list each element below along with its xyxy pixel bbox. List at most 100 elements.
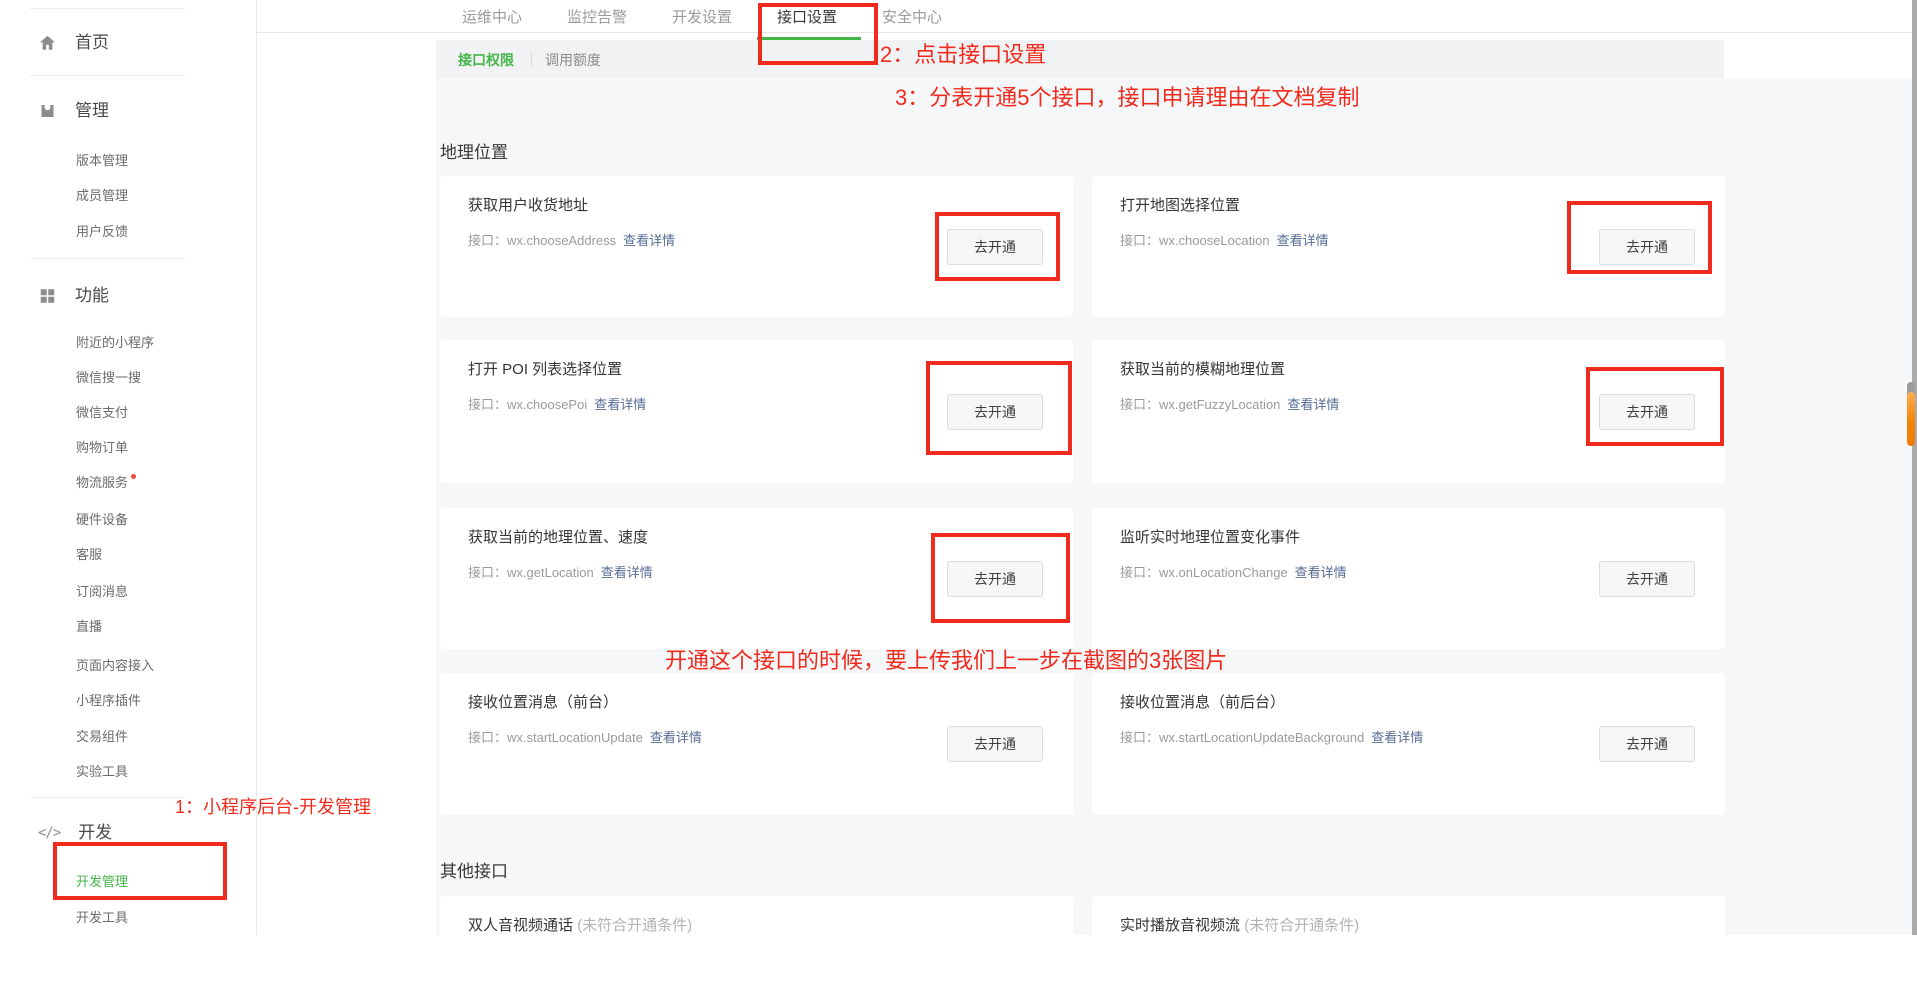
detail-link[interactable]: 查看详情 <box>601 565 653 580</box>
section-title-other-apis: 其他接口 <box>440 861 508 883</box>
sidebar-item-dev[interactable]: </> 开发 <box>38 814 112 850</box>
annotation-upload-note: 开通这个接口的时候，要上传我们上一步在截图的3张图片 <box>665 648 1227 674</box>
sidebar-item-manage[interactable]: 管理 <box>38 92 109 128</box>
sidebar-item-user-feedback[interactable]: 用户反馈 <box>76 222 128 242</box>
home-icon <box>38 32 57 51</box>
open-api-button[interactable]: 去开通 <box>1599 726 1695 762</box>
sidebar-item-miniprogram-plugin[interactable]: 小程序插件 <box>76 691 141 711</box>
sidebar-divider <box>30 8 185 9</box>
sidebar: 首页 管理 版本管理 成员管理 用户反馈 功能 附近的小程序 微信搜一搜 微信支… <box>0 0 257 935</box>
api-card-title: 实时播放音视频流 (未符合开通条件) <box>1120 917 1359 935</box>
api-card-title: 获取当前的模糊地理位置 <box>1120 361 1285 379</box>
tab-monitor-alert[interactable]: 监控告警 <box>567 8 627 28</box>
api-name: wx.startLocationUpdateBackground <box>1159 730 1364 745</box>
sidebar-item-label: 功能 <box>75 286 109 305</box>
api-card-title: 打开地图选择位置 <box>1120 197 1240 215</box>
api-line: 接口：wx.startLocationUpdateBackground查看详情 <box>1120 729 1423 746</box>
api-card-note: (未符合开通条件) <box>1244 917 1359 934</box>
subtab-call-quota[interactable]: 调用额度 <box>545 51 601 69</box>
tab-ops-center[interactable]: 运维中心 <box>462 8 522 28</box>
scrollbar-thumb[interactable] <box>1907 392 1915 446</box>
sidebar-item-hardware-device[interactable]: 硬件设备 <box>76 510 128 530</box>
annotation-step3: 3：分表开通5个接口，接口申请理由在文档复制 <box>895 85 1359 111</box>
section-title-geolocation: 地理位置 <box>440 142 508 164</box>
api-card-title: 双人音视频通话 (未符合开通条件) <box>468 917 692 935</box>
sidebar-item-live[interactable]: 直播 <box>76 617 102 637</box>
api-name: wx.getLocation <box>507 565 594 580</box>
sidebar-item-subscribe-message[interactable]: 订阅消息 <box>76 582 128 602</box>
detail-link[interactable]: 查看详情 <box>1371 730 1423 745</box>
open-api-button[interactable]: 去开通 <box>1599 229 1695 265</box>
api-label: 接口： <box>468 233 507 248</box>
sidebar-item-wechat-pay[interactable]: 微信支付 <box>76 403 128 423</box>
open-api-button[interactable]: 去开通 <box>947 229 1043 265</box>
tab-api-settings[interactable]: 接口设置 <box>777 8 837 28</box>
detail-link[interactable]: 查看详情 <box>1295 565 1347 580</box>
api-card-choose-address: 获取用户收货地址 接口：wx.chooseAddress查看详情 去开通 <box>440 176 1073 317</box>
sidebar-item-nearby-miniprogram[interactable]: 附近的小程序 <box>76 333 154 353</box>
code-icon: </> <box>38 825 60 841</box>
sidebar-item-version-management[interactable]: 版本管理 <box>76 151 128 171</box>
api-card-title: 获取当前的地理位置、速度 <box>468 529 648 547</box>
api-name: wx.chooseAddress <box>507 233 616 248</box>
subtab-separator <box>531 52 532 67</box>
api-line: 接口：wx.chooseLocation 查看详情 <box>1120 232 1329 249</box>
api-line: 接口：wx.chooseAddress 查看详情 <box>468 232 675 249</box>
detail-link[interactable]: 查看详情 <box>594 397 646 412</box>
open-api-button[interactable]: 去开通 <box>1599 561 1695 597</box>
detail-link[interactable]: 查看详情 <box>1277 233 1329 248</box>
tabbar-border <box>257 32 1913 33</box>
api-card-start-location-update: 接收位置消息（前台） 接口：wx.startLocationUpdate 查看详情… <box>440 673 1073 815</box>
sidebar-item-feature[interactable]: 功能 <box>38 277 109 313</box>
subtab-api-permission[interactable]: 接口权限 <box>458 51 514 69</box>
api-line: 接口：wx.startLocationUpdate 查看详情 <box>468 729 702 746</box>
tab-security-center[interactable]: 安全中心 <box>882 8 942 28</box>
sidebar-item-customer-service[interactable]: 客服 <box>76 545 102 565</box>
api-label: 接口： <box>468 397 507 412</box>
sidebar-item-wechat-search[interactable]: 微信搜一搜 <box>76 368 141 388</box>
api-name: wx.getFuzzyLocation <box>1159 397 1280 412</box>
sidebar-item-home[interactable]: 首页 <box>38 24 109 60</box>
open-api-button[interactable]: 去开通 <box>947 394 1043 430</box>
sidebar-item-page-content[interactable]: 页面内容接入 <box>76 656 154 676</box>
api-card-title: 接收位置消息（前后台） <box>1120 694 1285 712</box>
sidebar-item-shopping-orders[interactable]: 购物订单 <box>76 438 128 458</box>
api-card-choose-location: 打开地图选择位置 接口：wx.chooseLocation 查看详情 去开通 <box>1092 176 1725 317</box>
sidebar-divider <box>30 75 185 76</box>
sidebar-item-trade-component[interactable]: 交易组件 <box>76 727 128 747</box>
api-card-voip-call: 双人音视频通话 (未符合开通条件) <box>440 896 1073 996</box>
sidebar-item-dev-tools[interactable]: 开发工具 <box>76 908 128 928</box>
api-card-get-fuzzy-location: 获取当前的模糊地理位置 接口：wx.getFuzzyLocation 查看详情 去… <box>1092 340 1725 483</box>
api-card-choose-poi: 打开 POI 列表选择位置 接口：wx.choosePoi查看详情 去开通 <box>440 340 1073 483</box>
api-name: wx.onLocationChange <box>1159 565 1288 580</box>
open-api-button[interactable]: 去开通 <box>1599 394 1695 430</box>
api-label: 接口： <box>468 565 507 580</box>
api-label: 接口： <box>468 730 507 745</box>
api-label: 接口： <box>1120 565 1159 580</box>
sidebar-item-dev-management[interactable]: 开发管理 <box>76 872 128 892</box>
sidebar-divider <box>30 258 185 259</box>
api-label: 接口： <box>1120 397 1159 412</box>
api-line: 接口：wx.onLocationChange 查看详情 <box>1120 564 1347 581</box>
api-name: wx.chooseLocation <box>1159 233 1270 248</box>
sidebar-item-label: 开发 <box>78 823 112 842</box>
sidebar-divider <box>30 797 185 798</box>
sidebar-item-member-management[interactable]: 成员管理 <box>76 186 128 206</box>
api-line: 接口：wx.getLocation 查看详情 <box>468 564 653 581</box>
tab-dev-settings[interactable]: 开发设置 <box>672 8 732 28</box>
api-card-title: 接收位置消息（前台） <box>468 694 618 712</box>
detail-link[interactable]: 查看详情 <box>1287 397 1339 412</box>
sidebar-item-logistics-service[interactable]: 物流服务 <box>76 473 136 493</box>
sidebar-item-experiment-tools[interactable]: 实验工具 <box>76 762 128 782</box>
detail-link[interactable]: 查看详情 <box>623 233 675 248</box>
api-label: 接口： <box>1120 233 1159 248</box>
new-badge-dot <box>131 474 136 479</box>
open-api-button[interactable]: 去开通 <box>947 726 1043 762</box>
api-name: wx.startLocationUpdate <box>507 730 643 745</box>
api-line: 接口：wx.choosePoi查看详情 <box>468 396 646 413</box>
scrollbar-track[interactable] <box>1912 0 1917 935</box>
api-card-title: 打开 POI 列表选择位置 <box>468 361 622 379</box>
open-api-button[interactable]: 去开通 <box>947 561 1043 597</box>
detail-link[interactable]: 查看详情 <box>650 730 702 745</box>
api-card-live-player: 实时播放音视频流 (未符合开通条件) <box>1092 896 1725 996</box>
